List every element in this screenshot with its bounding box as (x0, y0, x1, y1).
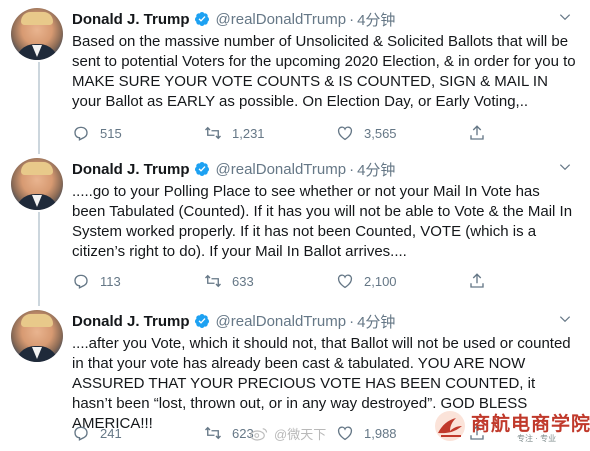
verified-badge-icon (194, 162, 209, 176)
tweet-text: .....go to your Polling Place to see whe… (72, 183, 573, 260)
share-button[interactable] (468, 272, 590, 290)
reply-button[interactable]: 241 (72, 424, 204, 442)
user-handle[interactable]: @realDonaldTrump (216, 11, 347, 28)
retweet-button[interactable]: 1,231 (204, 124, 336, 142)
verified-badge-icon (194, 314, 209, 328)
like-button[interactable]: 3,565 (336, 124, 468, 142)
timestamp[interactable]: 4分钟 (357, 159, 395, 180)
thread-connector (38, 212, 40, 306)
reply-icon (74, 126, 88, 141)
heart-icon (337, 274, 353, 289)
chevron-down-icon[interactable] (558, 10, 572, 24)
weibo-watermark-text: @微天下 (274, 427, 327, 442)
user-handle[interactable]: @realDonaldTrump (216, 161, 347, 178)
heart-icon (337, 126, 353, 141)
retweet-button[interactable]: 633 (204, 272, 336, 290)
retweet-count: 633 (232, 273, 254, 289)
share-icon (470, 273, 484, 288)
heart-icon (337, 426, 353, 441)
tweet-header: Donald J. Trump @realDonaldTrump · 4分钟 (72, 158, 582, 180)
display-name[interactable]: Donald J. Trump (72, 161, 190, 178)
avatar[interactable] (11, 8, 63, 60)
timestamp[interactable]: 4分钟 (357, 311, 395, 332)
tweet-text: Based on the massive number of Unsolicit… (72, 33, 576, 110)
reply-count: 113 (100, 273, 121, 289)
verified-badge-icon (194, 12, 209, 26)
like-count: 3,565 (364, 125, 397, 141)
reply-count: 515 (100, 125, 122, 141)
user-handle[interactable]: @realDonaldTrump (216, 313, 347, 330)
tweet-actions: 515 1,231 3,565 (72, 122, 590, 144)
like-count: 1,988 (364, 425, 397, 441)
separator: · (349, 10, 355, 28)
share-icon (470, 125, 484, 140)
retweet-icon (205, 274, 221, 288)
reply-button[interactable]: 113 (72, 272, 204, 290)
weibo-watermark: @微天下 (250, 424, 326, 443)
timestamp[interactable]: 4分钟 (357, 9, 395, 30)
like-button[interactable]: 2,100 (336, 272, 468, 290)
retweet-count: 1,231 (232, 125, 265, 141)
tweet-header: Donald J. Trump @realDonaldTrump · 4分钟 (72, 310, 582, 332)
reply-icon (74, 274, 88, 289)
display-name[interactable]: Donald J. Trump (72, 11, 190, 28)
chevron-down-icon[interactable] (558, 160, 572, 174)
reply-icon (74, 426, 88, 441)
tweet-header: Donald J. Trump @realDonaldTrump · 4分钟 (72, 8, 582, 30)
like-count: 2,100 (364, 273, 397, 289)
separator: · (349, 160, 355, 178)
tweet-thread: Donald J. Trump @realDonaldTrump · 4分钟 B… (0, 0, 590, 451)
brand-logo-icon (435, 411, 465, 441)
retweet-icon (205, 126, 221, 140)
brand-logo-title: 商航电商学院 (471, 414, 590, 435)
share-button[interactable] (468, 124, 590, 142)
separator: · (349, 312, 355, 330)
brand-logo-watermark: 商航电商学院 专注 · 专业 (433, 407, 590, 447)
chevron-down-icon[interactable] (558, 312, 572, 326)
thread-connector (38, 62, 40, 154)
display-name[interactable]: Donald J. Trump (72, 313, 190, 330)
reply-count: 241 (100, 425, 122, 441)
avatar[interactable] (11, 158, 63, 210)
brand-logo-subtitle: 专注 · 专业 (517, 434, 557, 443)
reply-button[interactable]: 515 (72, 124, 204, 142)
retweet-icon (205, 426, 221, 440)
avatar[interactable] (11, 310, 63, 362)
weibo-icon (250, 427, 268, 441)
tweet-actions: 113 633 2,100 (72, 270, 590, 292)
